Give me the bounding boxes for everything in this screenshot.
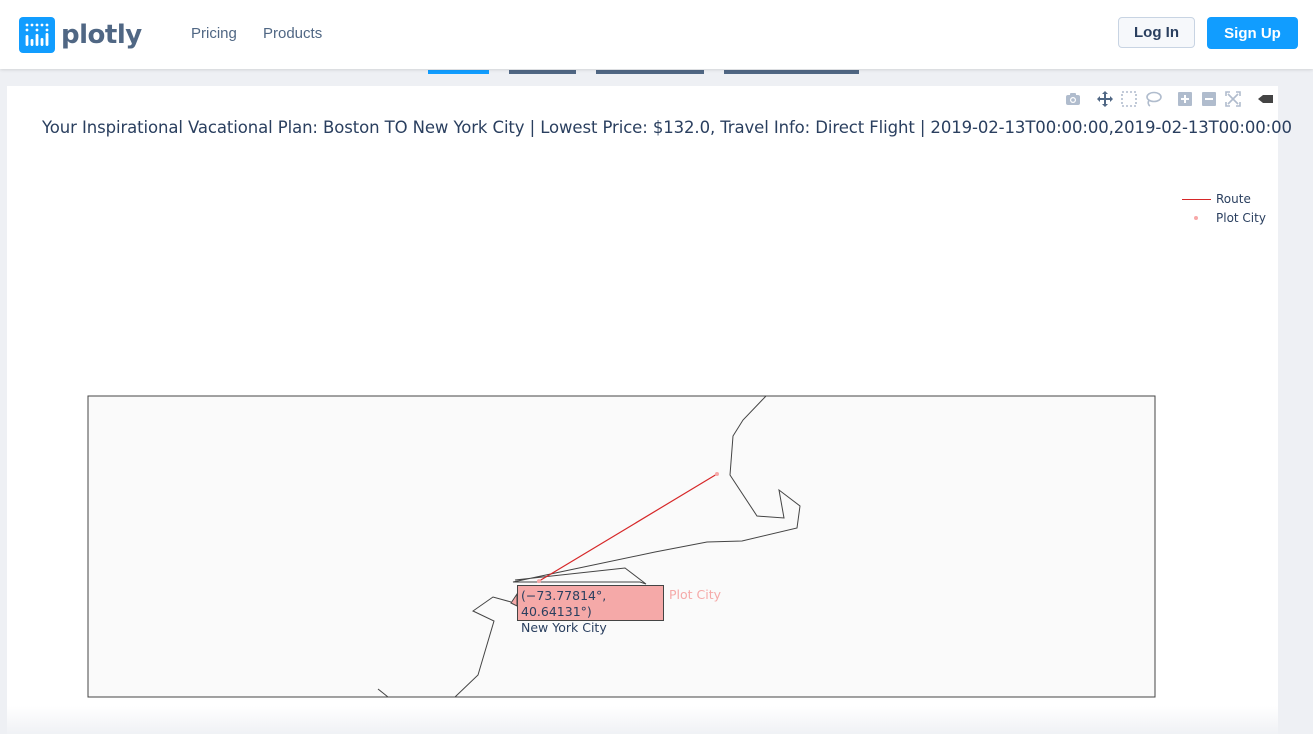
- login-button[interactable]: Log In: [1118, 17, 1195, 48]
- nav-link-pricing[interactable]: Pricing: [191, 25, 237, 42]
- city-marker[interactable]: [715, 472, 719, 476]
- city-marker[interactable]: [536, 579, 541, 584]
- modebar: [1064, 90, 1276, 108]
- zoom-out-icon[interactable]: [1200, 90, 1218, 108]
- plotly-logo-icon: [19, 17, 55, 53]
- pan-icon[interactable]: [1096, 90, 1114, 108]
- hover-coordinates: (−73.77814°, 40.64131°): [521, 588, 607, 619]
- map-land: [88, 396, 1155, 697]
- lasso-icon[interactable]: [1144, 90, 1162, 108]
- hover-trace-name: Plot City: [669, 587, 722, 602]
- plotly-logo-icon[interactable]: [1256, 90, 1274, 108]
- signup-button[interactable]: Sign Up: [1207, 17, 1298, 49]
- zoom-in-icon[interactable]: [1176, 90, 1194, 108]
- camera-icon[interactable]: [1064, 90, 1082, 108]
- hover-city-name: New York City: [521, 620, 607, 635]
- bottom-fade: [0, 706, 1313, 734]
- top-navbar: plotly Pricing Products Log In Sign Up: [0, 0, 1313, 69]
- plotly-logo[interactable]: plotly: [19, 17, 142, 53]
- box-select-icon[interactable]: [1120, 90, 1138, 108]
- autoscale-icon[interactable]: [1224, 90, 1242, 108]
- nav-link-products[interactable]: Products: [263, 25, 322, 42]
- brand-name: plotly: [61, 20, 142, 50]
- hover-tooltip: (−73.77814°, 40.64131°) New York City: [517, 585, 664, 635]
